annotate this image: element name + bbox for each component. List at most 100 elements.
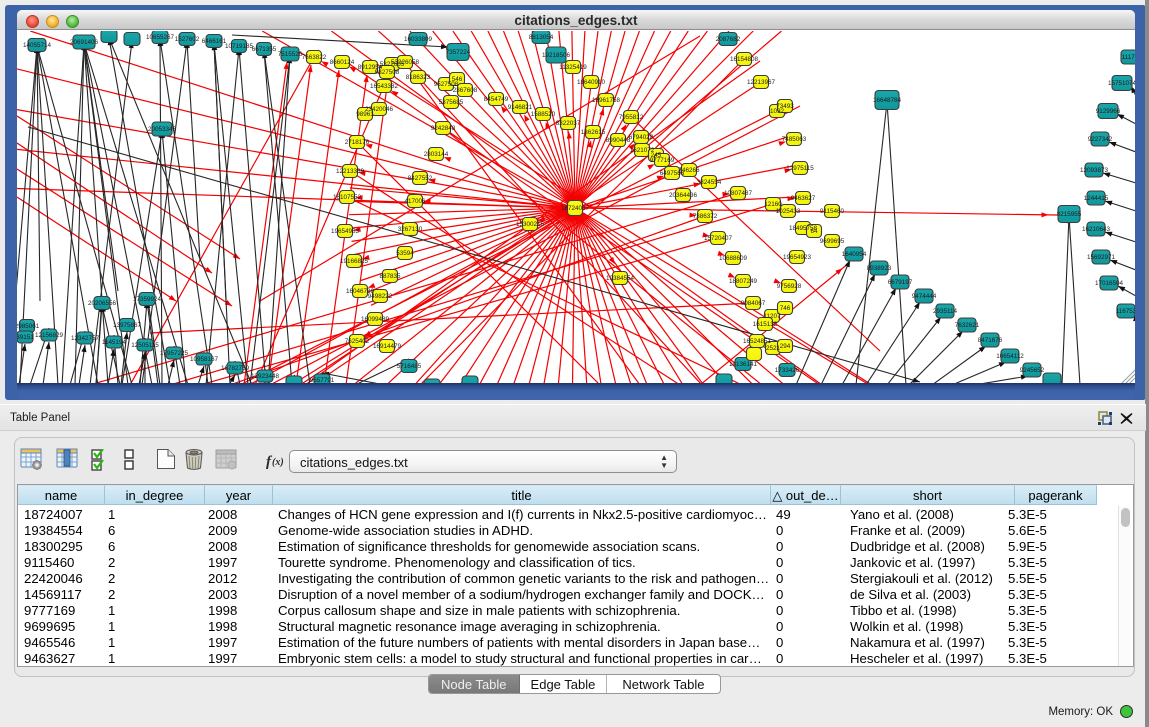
svg-text:7357224: 7357224 — [446, 49, 471, 56]
svg-text:8471676: 8471676 — [978, 337, 1003, 344]
svg-text:8813054: 8813054 — [529, 34, 554, 41]
svg-text:8938923: 8938923 — [867, 265, 892, 272]
svg-text:2087682: 2087682 — [716, 36, 741, 43]
svg-text:12160: 12160 — [764, 201, 782, 208]
svg-text:12213967: 12213967 — [747, 79, 776, 86]
svg-text:2521: 2521 — [766, 345, 781, 352]
svg-text:887835: 887835 — [379, 273, 401, 280]
svg-text:12975115: 12975115 — [786, 165, 814, 172]
svg-text:8454749: 8454749 — [484, 96, 509, 103]
svg-text:16154808: 16154808 — [730, 56, 759, 63]
svg-text:2718176: 2718176 — [345, 139, 370, 146]
svg-text:53594: 53594 — [396, 250, 414, 257]
svg-text:1588520: 1588520 — [531, 111, 556, 118]
svg-text:10958167: 10958167 — [190, 356, 219, 363]
svg-text:9474444: 9474444 — [912, 293, 937, 300]
svg-text:6794028: 6794028 — [629, 134, 654, 141]
svg-text:2803144: 2803144 — [424, 151, 449, 158]
svg-text:20364436: 20364436 — [669, 192, 698, 199]
svg-text:10654112: 10654112 — [996, 353, 1024, 360]
svg-text:9498222: 9498222 — [368, 293, 393, 300]
svg-text:7955812: 7955812 — [619, 114, 644, 121]
svg-text:16961758: 16961758 — [592, 97, 621, 104]
svg-text:116753: 116753 — [1116, 308, 1135, 315]
svg-text:11207: 11207 — [763, 313, 781, 320]
svg-text:5375685: 5375685 — [439, 99, 464, 106]
svg-text:1733426: 1733426 — [775, 367, 800, 374]
svg-text:53226058: 53226058 — [391, 59, 420, 66]
svg-text:17016504: 17016504 — [1095, 280, 1124, 287]
svg-text:19218506: 19218506 — [542, 52, 571, 59]
svg-text:19654983: 19654983 — [331, 228, 360, 235]
svg-text:3267130: 3267130 — [398, 226, 423, 233]
svg-text:7663822: 7663822 — [302, 54, 327, 61]
svg-text:18807249: 18807249 — [729, 278, 758, 285]
svg-text:18724007: 18724007 — [561, 205, 590, 212]
svg-text:746: 746 — [780, 305, 791, 312]
svg-text:16107552: 16107552 — [333, 194, 362, 201]
svg-text:9777169: 9777169 — [650, 157, 675, 164]
svg-text:294: 294 — [780, 343, 791, 350]
svg-text:20206556: 20206556 — [88, 300, 117, 307]
svg-text:9463627: 9463627 — [791, 195, 816, 202]
svg-text:15692971: 15692971 — [1087, 254, 1116, 261]
svg-text:7485063: 7485063 — [782, 136, 807, 143]
svg-text:9146821: 9146821 — [508, 104, 533, 111]
svg-text:417006: 417006 — [404, 198, 426, 205]
svg-text:(x): (x) — [272, 457, 284, 468]
svg-text:14055714: 14055714 — [23, 42, 52, 49]
svg-text:16524851: 16524851 — [743, 338, 772, 345]
svg-text:19166825: 19166825 — [340, 258, 369, 265]
svg-text:1145194: 1145194 — [102, 339, 127, 346]
svg-text:7386372: 7386372 — [693, 213, 718, 220]
svg-text:546: 546 — [452, 76, 463, 83]
svg-text:15751074: 15751074 — [1108, 80, 1135, 87]
svg-text:98961: 98961 — [356, 111, 374, 118]
svg-text:9084067: 9084067 — [741, 300, 766, 307]
svg-text:1244415: 1244415 — [1084, 195, 1109, 202]
svg-text:10719185: 10719185 — [225, 43, 254, 50]
svg-text:9242848: 9242848 — [431, 125, 456, 132]
svg-text:9227342: 9227342 — [1088, 136, 1113, 143]
svg-text:12342757: 12342757 — [71, 335, 100, 342]
svg-text:7632621: 7632621 — [955, 322, 980, 329]
svg-text:1025433: 1025433 — [776, 208, 801, 215]
svg-text:17957225: 17957225 — [160, 350, 189, 357]
svg-text:2367608: 2367608 — [453, 87, 478, 94]
svg-text:6679197: 6679197 — [888, 279, 913, 286]
svg-text:8990448: 8990448 — [606, 137, 631, 144]
svg-text:18640910: 18640910 — [577, 79, 606, 86]
svg-text:12213369: 12213369 — [336, 168, 365, 175]
svg-text:13975867: 13975867 — [113, 322, 142, 329]
svg-text:7515526: 7515526 — [278, 51, 303, 58]
svg-text:16782759: 16782759 — [221, 365, 250, 372]
svg-text:17359924: 17359924 — [133, 296, 162, 303]
svg-text:746266: 746266 — [678, 167, 700, 174]
svg-text:73493: 73493 — [776, 103, 794, 110]
svg-text:9245652: 9245652 — [1020, 367, 1045, 374]
svg-text:11175: 11175 — [1122, 54, 1135, 61]
svg-text:9115460: 9115460 — [820, 208, 845, 215]
svg-text:16648784: 16648784 — [873, 97, 902, 104]
svg-text:19654923: 19654923 — [783, 254, 812, 261]
svg-text:8322037: 8322037 — [556, 120, 581, 127]
svg-text:12505115: 12505115 — [131, 342, 159, 349]
svg-text:2935114: 2935114 — [933, 308, 958, 315]
svg-text:12156829: 12156829 — [35, 332, 64, 339]
svg-text:8215955: 8215955 — [1057, 211, 1082, 218]
svg-text:6671355: 6671355 — [252, 46, 277, 53]
svg-text:1615132: 1615132 — [753, 321, 778, 328]
svg-text:7625402: 7625402 — [345, 338, 370, 345]
svg-text:16914479: 16914479 — [373, 343, 402, 350]
svg-text:20691406: 20691406 — [70, 39, 99, 46]
svg-text:2985061: 2985061 — [17, 323, 40, 330]
svg-text:14136141: 14136141 — [729, 361, 758, 368]
svg-text:1362615: 1362615 — [581, 129, 606, 136]
svg-text:6466161: 6466161 — [202, 38, 227, 45]
svg-text:12923448: 12923448 — [251, 373, 280, 380]
svg-text:19384554: 19384554 — [606, 275, 635, 282]
svg-text:8427552: 8427552 — [408, 175, 433, 182]
svg-text:10807487: 10807487 — [724, 190, 753, 197]
svg-text:10655267: 10655267 — [146, 34, 175, 41]
svg-text:10688609: 10688609 — [719, 255, 748, 262]
